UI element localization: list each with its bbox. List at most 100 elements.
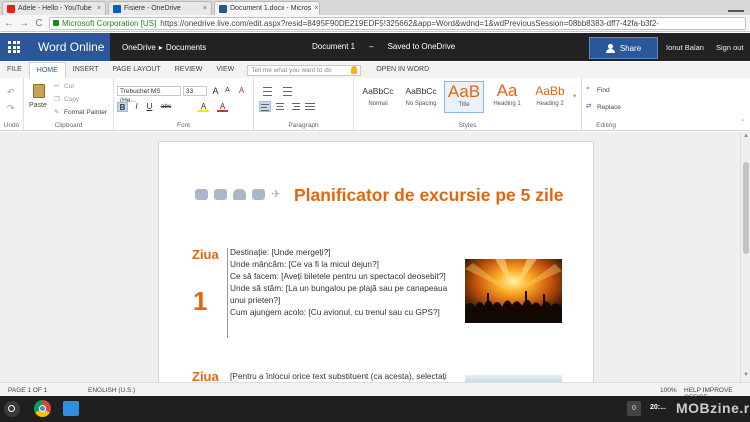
- replace-button[interactable]: Replace: [597, 104, 621, 111]
- font-size-dropdown[interactable]: 33: [183, 86, 207, 96]
- bullets-icon[interactable]: [260, 86, 272, 96]
- day-number[interactable]: 1: [193, 286, 207, 317]
- numbering-icon[interactable]: [280, 86, 292, 96]
- italic-button[interactable]: I: [131, 102, 142, 112]
- vertical-scrollbar[interactable]: ▲ ▼: [740, 132, 750, 382]
- browser-tab-word[interactable]: Document 1.docx - Micros ×: [214, 1, 320, 15]
- shrink-font-button[interactable]: A: [222, 86, 233, 96]
- concert-photo[interactable]: [465, 259, 562, 323]
- youtube-icon: [7, 4, 15, 13]
- address-bar: ← → C Microsoft Corporation [US] https:/…: [0, 15, 750, 32]
- redo-icon[interactable]: ↷: [7, 103, 15, 114]
- share-label: Share: [619, 43, 642, 53]
- taskbar: 0 20:...: [0, 396, 750, 422]
- breadcrumb-onedrive[interactable]: OneDrive: [122, 43, 156, 52]
- open-in-word-button[interactable]: OPEN IN WORD: [369, 62, 436, 78]
- chrome-icon[interactable]: [34, 400, 51, 417]
- close-icon[interactable]: ×: [203, 5, 207, 12]
- strikethrough-button[interactable]: abc: [158, 102, 174, 112]
- format-painter-button[interactable]: Format Painter: [64, 109, 107, 116]
- app-name[interactable]: Word Online: [28, 33, 110, 61]
- lock-icon: [53, 20, 59, 26]
- style-no-spacing[interactable]: AaBbCc No Spacing: [401, 81, 441, 113]
- style-title[interactable]: AaB Title: [444, 81, 484, 113]
- tab-insert[interactable]: INSERT: [66, 62, 106, 78]
- browser-tab-youtube[interactable]: Adele - Hello - YouTube ×: [2, 1, 106, 15]
- style-name: Title: [458, 102, 470, 108]
- ribbon-tabs: FILE HOME INSERT PAGE LAYOUT REVIEW VIEW…: [0, 62, 750, 78]
- files-icon[interactable]: [63, 401, 79, 416]
- bold-button[interactable]: B: [117, 102, 128, 112]
- itinerary-list[interactable]: Destinație: [Unde mergeți?] Unde mâncăm:…: [230, 246, 458, 318]
- close-icon[interactable]: ×: [97, 5, 101, 12]
- editing-group: ⌕ Find ⇄ Replace Editing: [582, 78, 630, 131]
- tab-home[interactable]: HOME: [28, 62, 66, 78]
- underline-button[interactable]: U: [144, 102, 155, 112]
- font-name-dropdown[interactable]: Trebuchet MS (He...: [117, 86, 181, 104]
- highlight-button[interactable]: A: [198, 102, 209, 112]
- document-name[interactable]: Document 1: [312, 42, 355, 51]
- document-canvas[interactable]: ✈ Planificator de excursie pe 5 zile Ziu…: [0, 132, 750, 382]
- clipboard-group: Paste ✂ Cut ❐ Copy ✎ Format Painter Clip…: [24, 78, 114, 131]
- styles-group-label: Styles: [458, 122, 477, 129]
- style-sample: AaBbCc: [362, 86, 394, 96]
- back-icon[interactable]: ←: [4, 18, 14, 29]
- styles-group: AaBbCc Normal AaBbCc No Spacing AaB Titl…: [354, 78, 582, 131]
- copy-button[interactable]: Copy: [64, 96, 79, 103]
- align-center-icon[interactable]: [274, 101, 286, 112]
- style-name: Normal: [368, 101, 388, 107]
- paste-button[interactable]: Paste: [28, 82, 50, 114]
- tab-file[interactable]: FILE: [0, 62, 29, 78]
- breadcrumb-documents[interactable]: Documents: [166, 43, 206, 52]
- scroll-thumb[interactable]: [743, 162, 749, 254]
- tab-review[interactable]: REVIEW: [168, 62, 210, 78]
- close-icon[interactable]: ×: [314, 5, 318, 12]
- scroll-up-icon[interactable]: ▲: [743, 133, 749, 139]
- find-button[interactable]: Find: [597, 87, 610, 94]
- placeholder-paragraph[interactable]: [Pentru a înlocui orice text substituent…: [230, 370, 458, 382]
- tab-view[interactable]: VIEW: [209, 62, 241, 78]
- document-heading[interactable]: Planificator de excursie pe 5 zile: [192, 184, 572, 207]
- cut-button[interactable]: Cut: [64, 83, 74, 90]
- font-color-button[interactable]: A: [217, 102, 228, 112]
- launcher-search-icon[interactable]: [4, 401, 20, 417]
- browser-tab-onedrive[interactable]: Fisiere - OneDrive ×: [108, 1, 212, 15]
- landscape-photo[interactable]: [465, 375, 562, 382]
- browser-tab-strip: Adele - Hello - YouTube × Fisiere - OneD…: [0, 0, 750, 15]
- concert-image: [465, 259, 562, 323]
- scissors-icon: ✂: [54, 83, 60, 90]
- reload-icon[interactable]: C: [34, 18, 44, 29]
- sign-out-link[interactable]: Sign out: [716, 43, 744, 52]
- tell-me-box[interactable]: Tell me what you want to do: [247, 64, 362, 76]
- day-2-label[interactable]: Ziua: [192, 369, 219, 382]
- clear-format-button[interactable]: A: [236, 86, 247, 96]
- user-name[interactable]: Ionut Balan: [666, 43, 704, 52]
- share-button[interactable]: Share: [589, 37, 658, 59]
- app-launcher-button[interactable]: [0, 33, 28, 61]
- forward-icon[interactable]: →: [19, 18, 29, 29]
- chevron-down-icon[interactable]: ▾: [573, 92, 576, 100]
- justify-icon[interactable]: [304, 101, 316, 112]
- language[interactable]: ENGLISH (U.S.): [88, 387, 135, 394]
- undo-icon[interactable]: ↶: [7, 87, 15, 98]
- tab-page-layout[interactable]: PAGE LAYOUT: [105, 62, 167, 78]
- day-label[interactable]: Ziua: [192, 247, 219, 262]
- collapse-ribbon-icon[interactable]: ⌃: [740, 118, 745, 126]
- style-heading-2[interactable]: AaBb Heading 2: [530, 81, 570, 113]
- style-normal[interactable]: AaBbCc Normal: [358, 81, 398, 113]
- notification-badge[interactable]: 0: [627, 401, 641, 416]
- align-right-icon[interactable]: [289, 101, 301, 112]
- minimize-icon[interactable]: [728, 2, 744, 12]
- clock[interactable]: 20:...: [650, 404, 666, 411]
- itinerary-line: Unde să stăm: [La un bungalou pe plajă s…: [230, 283, 448, 305]
- grow-font-button[interactable]: A: [210, 86, 221, 96]
- title-separator: –: [369, 42, 374, 51]
- url-field[interactable]: Microsoft Corporation [US] https://onedr…: [49, 16, 746, 30]
- zoom-level[interactable]: 100%: [660, 387, 677, 394]
- font-group-label: Font: [176, 122, 190, 129]
- scroll-down-icon[interactable]: ▼: [743, 372, 749, 378]
- document-page[interactable]: ✈ Planificator de excursie pe 5 zile Ziu…: [158, 141, 594, 382]
- align-left-icon[interactable]: [259, 101, 271, 112]
- tab-label: Adele - Hello - YouTube: [18, 5, 92, 12]
- style-heading-1[interactable]: Aa Heading 1: [487, 81, 527, 113]
